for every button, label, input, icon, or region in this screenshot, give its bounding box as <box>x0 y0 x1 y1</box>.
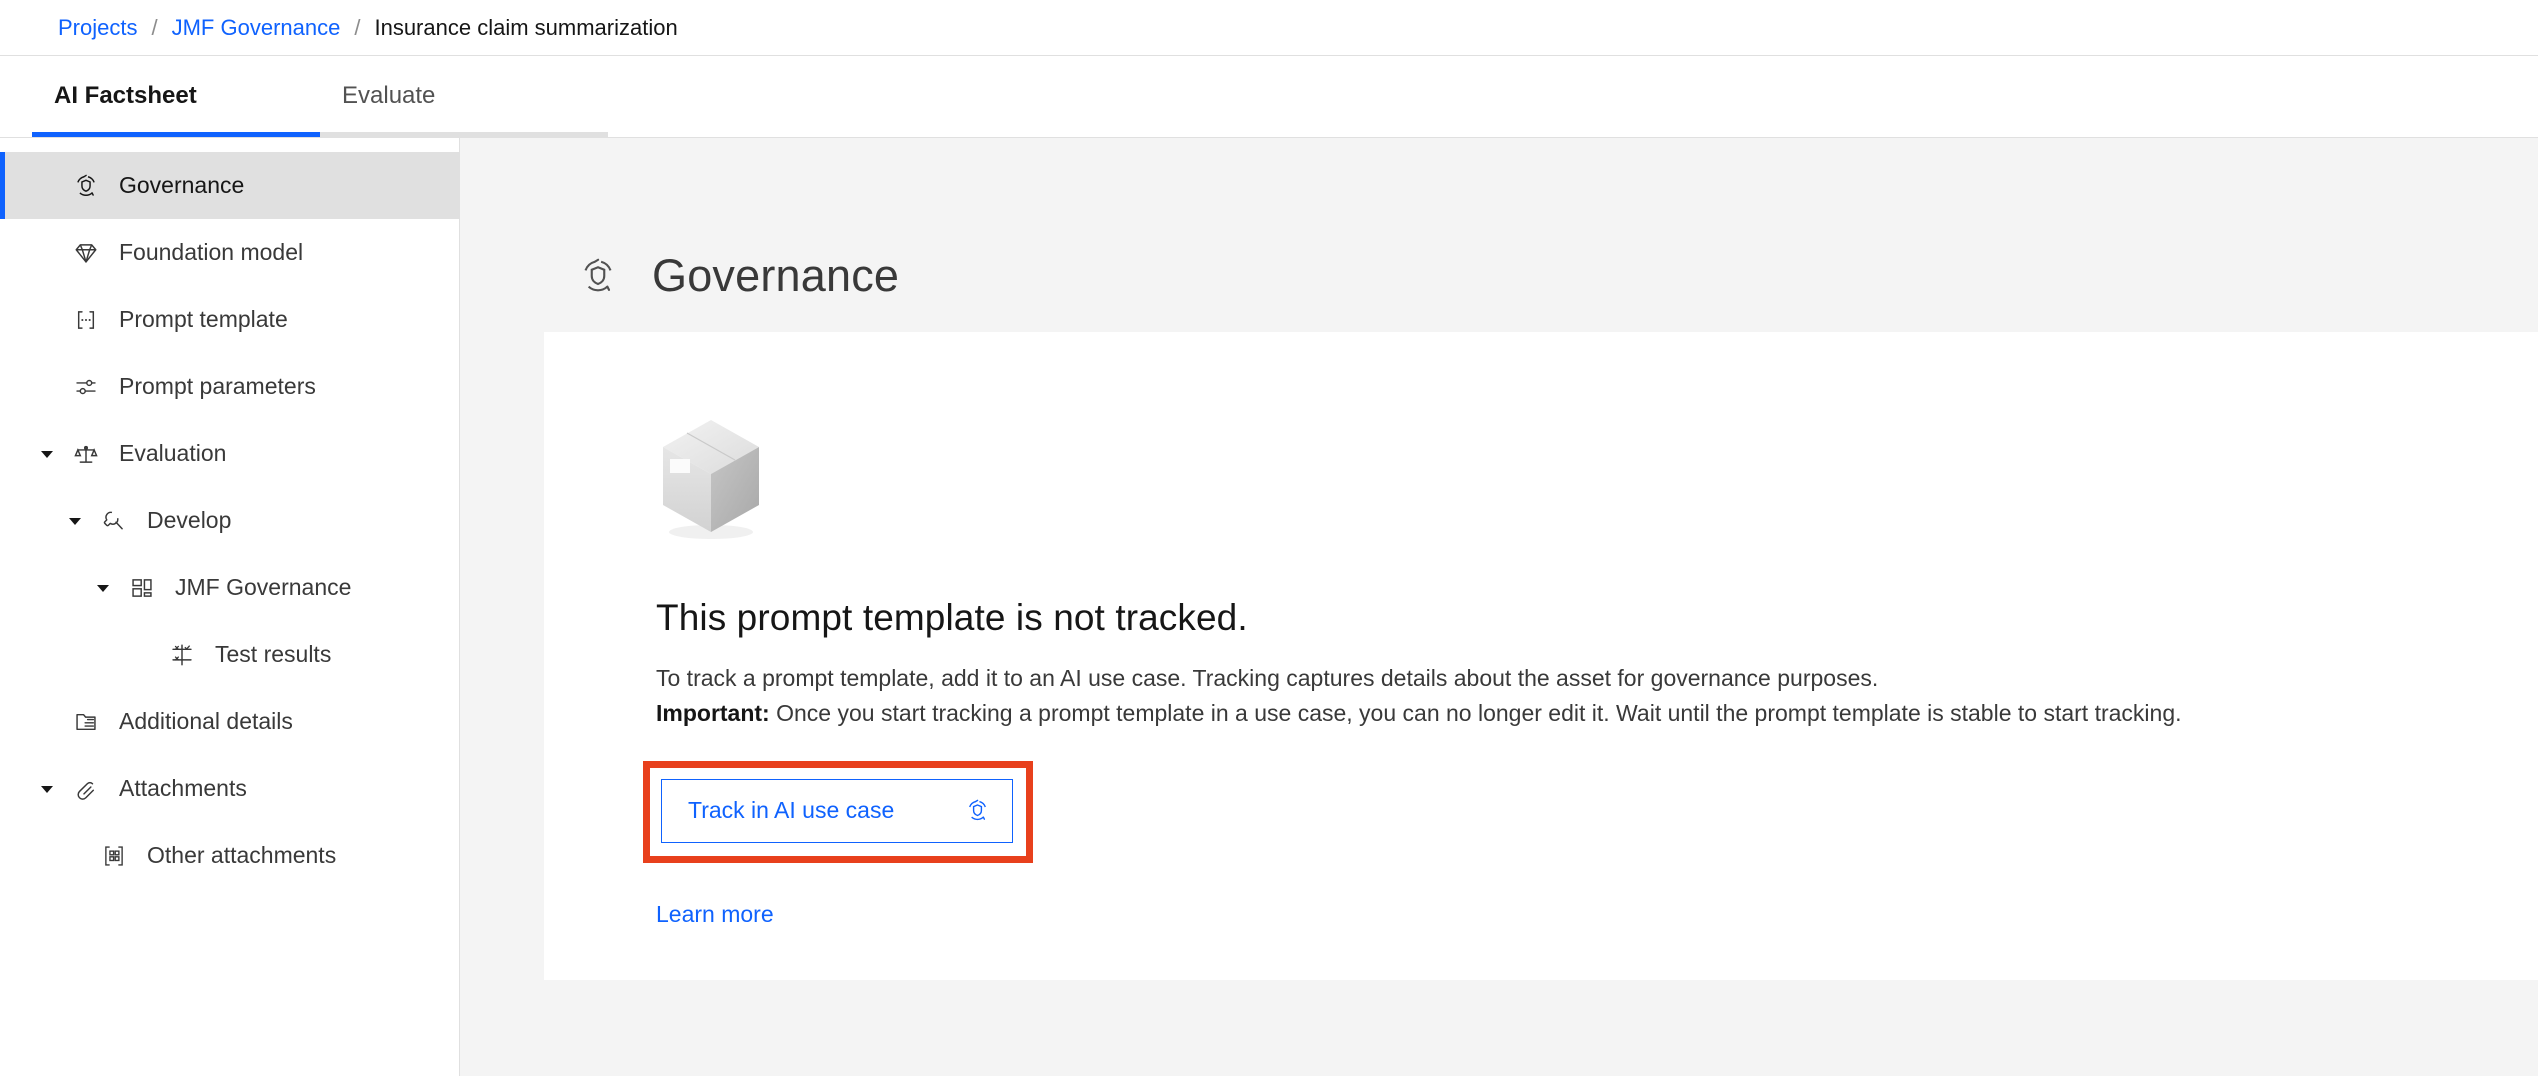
sidebar-item-label: JMF Governance <box>175 574 352 600</box>
breadcrumb-item-jmf-governance[interactable]: JMF Governance <box>172 15 341 41</box>
sidebar-item-governance[interactable]: Governance <box>0 152 459 219</box>
sidebar-item-additional-details[interactable]: Additional details <box>0 688 459 755</box>
sidebar-item-label: Develop <box>147 507 232 533</box>
tab-bar: AI Factsheet Evaluate <box>0 56 2538 138</box>
chevron-down-icon[interactable] <box>67 513 93 529</box>
track-in-ai-use-case-button[interactable]: Track in AI use case <box>661 778 1013 843</box>
breadcrumb-item-projects[interactable]: Projects <box>58 15 137 41</box>
sidebar-item-label: Governance <box>119 172 245 198</box>
tab-ai-factsheet[interactable]: AI Factsheet <box>32 59 320 137</box>
sidebar-item-label: Test results <box>215 641 332 667</box>
important-text: Once you start tracking a prompt templat… <box>769 699 2182 726</box>
track-button-label: Track in AI use case <box>688 797 895 824</box>
sidebar-item-jmf-governance[interactable]: JMF Governance <box>0 554 459 621</box>
breadcrumb-separator: / <box>151 14 158 40</box>
sidebar-item-prompt-template[interactable]: Prompt template <box>0 286 459 353</box>
chevron-down-icon[interactable] <box>39 781 65 797</box>
governance-icon <box>965 798 990 823</box>
tab-evaluate[interactable]: Evaluate <box>320 59 608 137</box>
important-label: Important: <box>656 699 770 726</box>
sidebar-item-label: Prompt template <box>119 306 288 332</box>
sidebar-item-label: Evaluation <box>119 440 227 466</box>
card-paragraph-1: To track a prompt template, add it to an… <box>656 665 1879 691</box>
test-results-icon <box>165 642 199 668</box>
annotation-highlight-box: Track in AI use case <box>643 760 1033 863</box>
breadcrumb-item-current: Insurance claim summarization <box>374 14 678 40</box>
prompt-template-icon <box>69 307 103 333</box>
empty-box-illustration <box>656 412 2538 547</box>
chevron-down-icon[interactable] <box>39 446 65 462</box>
wrench-icon <box>97 508 131 534</box>
tab-evaluate-label: Evaluate <box>342 81 436 109</box>
sidebar-item-attachments[interactable]: Attachments <box>0 755 459 822</box>
sidebar-item-label: Other attachments <box>147 842 337 868</box>
folder-details-icon <box>69 709 103 735</box>
learn-more-link[interactable]: Learn more <box>656 901 774 928</box>
tab-ai-factsheet-label: AI Factsheet <box>54 81 197 109</box>
sidebar: Governance Foundation model Prompt templ… <box>0 138 460 1076</box>
sidebar-item-foundation-model[interactable]: Foundation model <box>0 219 459 286</box>
card-title: This prompt template is not tracked. <box>656 597 1248 638</box>
breadcrumb-separator: / <box>354 14 361 40</box>
sidebar-item-develop[interactable]: Develop <box>0 487 459 554</box>
sidebar-item-prompt-parameters[interactable]: Prompt parameters <box>0 353 459 420</box>
sidebar-item-label: Attachments <box>119 775 247 801</box>
sidebar-item-label: Prompt parameters <box>119 373 316 399</box>
sidebar-item-test-results[interactable]: Test results <box>0 621 459 688</box>
sliders-icon <box>69 374 103 400</box>
empty-state-card: This prompt template is not tracked. To … <box>544 332 2538 980</box>
paperclip-icon <box>69 776 103 802</box>
governance-icon <box>578 256 618 296</box>
breadcrumb: Projects / JMF Governance / Insurance cl… <box>0 0 2538 56</box>
sidebar-item-label: Foundation model <box>119 239 304 265</box>
page-header: Governance <box>460 138 2538 332</box>
card-paragraph-2: Important: Once you start tracking a pro… <box>656 696 2516 731</box>
chevron-down-icon[interactable] <box>95 580 121 596</box>
sidebar-item-label: Additional details <box>119 708 293 734</box>
sidebar-item-other-attachments[interactable]: Other attachments <box>0 822 459 889</box>
body-wrapper: Governance Foundation model Prompt templ… <box>0 138 2538 1076</box>
scales-icon <box>69 441 103 467</box>
sidebar-item-evaluation[interactable]: Evaluation <box>0 420 459 487</box>
governance-icon <box>69 173 103 199</box>
gem-icon <box>69 240 103 266</box>
dashboard-icon <box>125 575 159 601</box>
grid-bracket-icon <box>97 843 131 869</box>
main-content: Governance This prompt template is not t… <box>460 138 2538 1076</box>
page-title: Governance <box>652 250 900 301</box>
